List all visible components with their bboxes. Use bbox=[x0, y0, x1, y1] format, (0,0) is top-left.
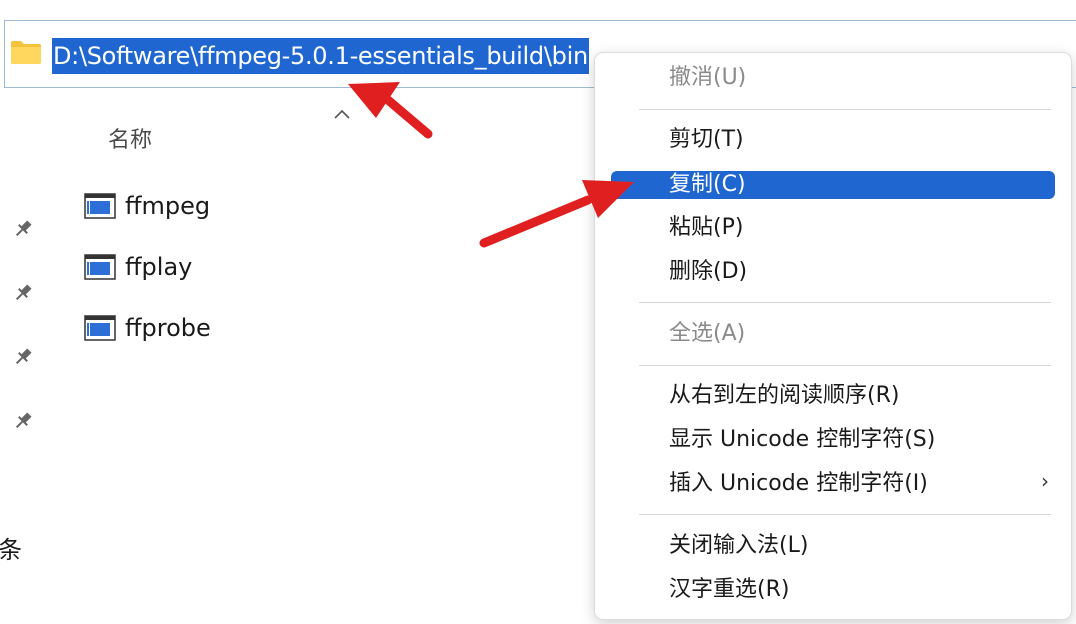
arrow-to-path-icon bbox=[348, 82, 433, 139]
column-header-name[interactable]: 名称 bbox=[108, 122, 152, 154]
menu-item-show-unicode-control[interactable]: 显示 Unicode 控制字符(S) bbox=[611, 425, 1055, 455]
menu-item-insert-unicode-control[interactable]: 插入 Unicode 控制字符(I) bbox=[611, 469, 1055, 499]
menu-item-paste[interactable]: 粘贴(P) bbox=[611, 213, 1055, 243]
pin-icon[interactable] bbox=[12, 346, 34, 368]
menu-item-label: 全选(A) bbox=[669, 321, 746, 346]
menu-item-label: 删除(D) bbox=[669, 259, 748, 284]
menu-item-delete[interactable]: 删除(D) bbox=[611, 257, 1055, 287]
context-menu: 撤消(U) 剪切(T) 复制(C) 粘贴(P) 删除(D) 全选(A) 从右到左… bbox=[594, 52, 1072, 620]
folder-icon bbox=[11, 41, 41, 64]
file-name: ffprobe bbox=[125, 314, 211, 342]
menu-separator bbox=[639, 365, 1051, 366]
file-item[interactable]: ffmpeg bbox=[84, 188, 210, 224]
menu-separator bbox=[639, 109, 1051, 110]
sidebar-partial-label: 条 bbox=[0, 536, 22, 564]
menu-item-label: 粘贴(P) bbox=[669, 215, 744, 240]
executable-icon bbox=[84, 193, 116, 219]
address-path-text[interactable]: D:\Software\ffmpeg-5.0.1-essentials_buil… bbox=[52, 38, 589, 74]
file-item[interactable]: ffprobe bbox=[84, 310, 211, 346]
pin-icon[interactable] bbox=[12, 218, 34, 240]
file-item[interactable]: ffplay bbox=[84, 249, 192, 285]
sort-ascending-icon[interactable] bbox=[333, 108, 351, 120]
menu-item-label: 剪切(T) bbox=[669, 127, 744, 152]
menu-item-reconversion[interactable]: 汉字重选(R) bbox=[611, 575, 1055, 605]
executable-icon bbox=[84, 254, 116, 280]
menu-separator bbox=[639, 302, 1051, 303]
executable-icon bbox=[84, 315, 116, 341]
menu-item-copy[interactable]: 复制(C) bbox=[611, 171, 1055, 199]
menu-separator bbox=[639, 514, 1051, 515]
menu-item-label: 关闭输入法(L) bbox=[669, 533, 809, 558]
menu-item-cut[interactable]: 剪切(T) bbox=[611, 125, 1055, 155]
menu-item-select-all[interactable]: 全选(A) bbox=[611, 319, 1055, 349]
menu-item-label: 撤消(U) bbox=[669, 65, 747, 90]
menu-item-label: 复制(C) bbox=[669, 172, 746, 197]
chevron-right-icon: › bbox=[1041, 469, 1049, 493]
menu-item-close-ime[interactable]: 关闭输入法(L) bbox=[611, 531, 1055, 561]
menu-item-label: 显示 Unicode 控制字符(S) bbox=[669, 427, 936, 452]
pin-icon[interactable] bbox=[12, 282, 34, 304]
menu-item-undo[interactable]: 撤消(U) bbox=[611, 63, 1055, 93]
menu-item-label: 插入 Unicode 控制字符(I) bbox=[669, 471, 928, 496]
menu-item-label: 汉字重选(R) bbox=[669, 577, 790, 602]
file-name: ffplay bbox=[125, 253, 193, 281]
pin-icon[interactable] bbox=[12, 410, 34, 432]
menu-item-label: 从右到左的阅读顺序(R) bbox=[669, 383, 900, 408]
menu-item-rtl-reading-order[interactable]: 从右到左的阅读顺序(R) bbox=[611, 381, 1055, 411]
file-name: ffmpeg bbox=[125, 192, 211, 220]
